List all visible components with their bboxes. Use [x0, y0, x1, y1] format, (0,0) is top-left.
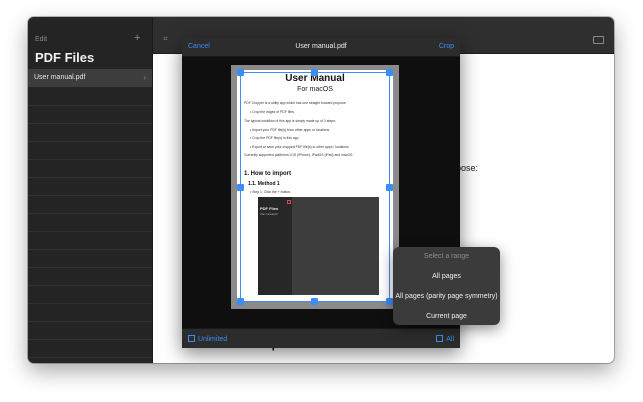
sidebar-item-label: User manual.pdf: [34, 74, 86, 81]
edit-button[interactable]: Edit: [35, 36, 47, 43]
pdf-page-preview: User Manual For macOS PDF Cropper is a u…: [237, 70, 393, 302]
screenshot-item: User manual.pdf: [260, 213, 278, 216]
doc-bullet: • Export or save your cropped PDF file(s…: [250, 145, 349, 149]
list-divider: [28, 123, 152, 124]
sidebar-title: PDF Files: [35, 50, 95, 65]
list-divider: [28, 213, 152, 214]
page-range-popover: Select a range All pages All pages (pari…: [393, 247, 500, 325]
crop-handle-bottom-right[interactable]: [386, 298, 393, 305]
doc-paragraph: PDF Cropper is a utility app which has o…: [244, 101, 347, 105]
doc-paragraph: The typical workflow of this app is simp…: [244, 119, 336, 123]
list-divider: [28, 285, 152, 286]
unlimited-label: Unlimited: [198, 336, 228, 343]
doc-bullet: • Crop the PDF file(s) in this app: [250, 136, 299, 140]
highlight-box: [287, 200, 291, 204]
doc-bullet: • Import your PDF file(s) from other app…: [250, 128, 330, 132]
pages-icon: [436, 335, 444, 342]
sidebar: Edit + PDF Files User manual.pdf ›: [28, 17, 153, 363]
menu-item-all-pages[interactable]: All pages: [393, 273, 500, 280]
list-divider: [28, 339, 152, 340]
list-divider: [28, 195, 152, 196]
crop-handle-top-right[interactable]: [386, 69, 393, 76]
list-divider: [28, 249, 152, 250]
list-divider: [28, 159, 152, 160]
crop-handle-top-left[interactable]: [237, 69, 244, 76]
unlimited-button[interactable]: Unlimited: [188, 335, 227, 343]
doc-subheading: 1.1. Method 1: [248, 181, 280, 187]
chevron-right-icon: ›: [143, 73, 146, 82]
page-range-button[interactable]: All: [436, 335, 454, 343]
list-divider: [28, 357, 152, 358]
list-divider: [28, 105, 152, 106]
doc-bullet: • Step 1: Click the + button.: [250, 190, 292, 194]
doc-paragraph: Currently supported platforms: iOS (iPho…: [244, 153, 354, 157]
screenshot-title: PDF Files: [260, 206, 279, 211]
crop-handle-left[interactable]: [237, 184, 244, 191]
sidebar-item-user-manual[interactable]: User manual.pdf ›: [28, 69, 152, 87]
doc-screenshot: PDF Files User manual.pdf: [258, 197, 379, 295]
app-window: Edit + PDF Files User manual.pdf › ⌗ pos…: [28, 17, 614, 363]
doc-heading: 1. How to import: [244, 171, 291, 177]
sheet-title: User manual.pdf: [295, 43, 347, 50]
add-file-button[interactable]: +: [134, 32, 140, 44]
sidebar-toggle-icon[interactable]: [593, 36, 604, 44]
page-range-label: All: [446, 336, 454, 343]
menu-item-current-page[interactable]: Current page: [393, 313, 500, 320]
crop-handle-top[interactable]: [311, 69, 318, 76]
list-divider: [28, 267, 152, 268]
crop-icon[interactable]: ⌗: [163, 34, 168, 44]
crop-handle-bottom[interactable]: [311, 298, 318, 305]
doc-subtitle: For macOS: [297, 86, 333, 93]
crop-handle-bottom-left[interactable]: [237, 298, 244, 305]
sheet-header: Cancel User manual.pdf Crop: [182, 38, 460, 57]
list-divider: [28, 321, 152, 322]
aspect-ratio-icon: [188, 335, 195, 342]
screenshot-sidebar: [258, 197, 292, 295]
list-divider: [28, 177, 152, 178]
sheet-footer: Unlimited All: [182, 328, 460, 348]
popover-header: Select a range: [423, 253, 470, 260]
doc-bullet: • Crop the edges of PDF files.: [250, 110, 295, 114]
list-divider: [28, 141, 152, 142]
menu-item-all-pages-parity[interactable]: All pages (parity page symmetry): [393, 293, 500, 300]
crop-handle-right[interactable]: [386, 184, 393, 191]
crop-button[interactable]: Crop: [439, 43, 454, 50]
list-divider: [28, 231, 152, 232]
list-divider: [28, 303, 152, 304]
